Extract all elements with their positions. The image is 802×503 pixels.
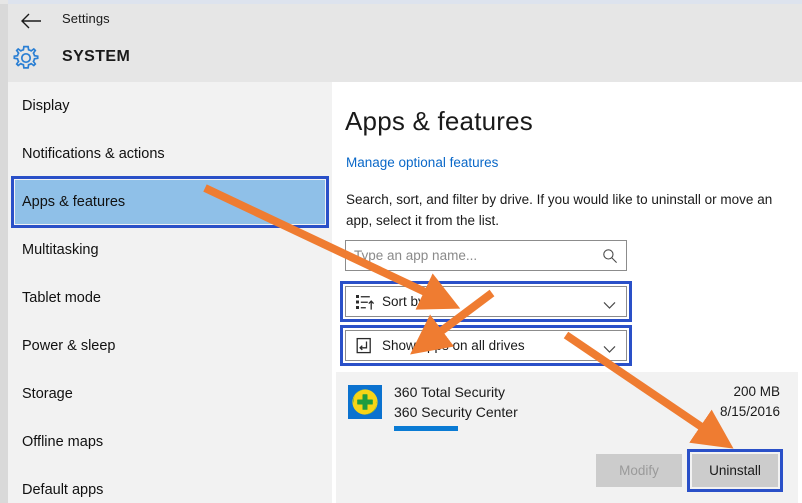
sidebar-item-display[interactable]: Display: [8, 82, 332, 130]
settings-sidebar: Display Notifications & actions Apps & f…: [8, 82, 332, 503]
sidebar-item-label: Storage: [22, 386, 73, 402]
chevron-down-icon[interactable]: [603, 297, 616, 309]
app-size: 200 MB: [733, 384, 780, 399]
sidebar-item-label: Tablet mode: [22, 290, 101, 306]
page-title: Apps & features: [345, 106, 533, 136]
gear-icon: [12, 44, 40, 72]
search-input[interactable]: [346, 241, 586, 270]
settings-window: Settings SYSTEM Display Notifications & …: [0, 0, 802, 503]
window-left-edge: [0, 0, 8, 503]
sidebar-item-label: Apps & features: [22, 194, 126, 210]
app-360-total-security-icon: [348, 385, 382, 419]
apps-and-features-pane: Apps & features Manage optional features…: [332, 82, 802, 503]
app-selection-underline: [394, 426, 458, 431]
app-name: 360 Total Security: [394, 384, 506, 400]
drives-dropdown-wrapper: Show apps on all drives: [340, 325, 632, 366]
app-install-date: 8/15/2016: [719, 404, 780, 419]
sort-dropdown-wrapper: Sort by size: [340, 281, 632, 322]
chevron-down-icon[interactable]: [603, 341, 616, 353]
sidebar-item-power-and-sleep[interactable]: Power & sleep: [8, 322, 332, 370]
sidebar-item-label: Notifications & actions: [22, 146, 165, 162]
sidebar-item-notifications-and-actions[interactable]: Notifications & actions: [8, 130, 332, 178]
sidebar-item-multitasking[interactable]: Multitasking: [8, 226, 332, 274]
app-list-item-selected[interactable]: 360 Total Security 360 Security Center 2…: [336, 372, 798, 503]
sidebar-item-offline-maps[interactable]: Offline maps: [8, 418, 332, 466]
manage-optional-features-link[interactable]: Manage optional features: [346, 155, 498, 170]
sidebar-item-label: Power & sleep: [22, 338, 116, 354]
app-search-box[interactable]: [345, 240, 627, 271]
back-arrow-icon[interactable]: [14, 8, 48, 34]
page-category-title: SYSTEM: [62, 48, 131, 65]
sidebar-item-storage[interactable]: Storage: [8, 370, 332, 418]
drive-filter-icon: [355, 336, 375, 356]
app-publisher: 360 Security Center: [394, 404, 518, 420]
sidebar-item-apps-and-features[interactable]: Apps & features: [8, 176, 332, 228]
sidebar-item-label: Default apps: [22, 482, 104, 498]
uninstall-button[interactable]: Uninstall: [692, 454, 778, 487]
settings-app-name: Settings: [62, 11, 110, 26]
sidebar-item-default-apps[interactable]: Default apps: [8, 466, 332, 503]
sidebar-item-label: Display: [22, 98, 70, 114]
settings-header: [8, 4, 802, 82]
sidebar-item-label: Multitasking: [22, 242, 99, 258]
sort-dropdown[interactable]: Sort by size: [345, 286, 627, 317]
window-left-edge-top: [0, 0, 8, 4]
show-apps-on-drives-dropdown[interactable]: Show apps on all drives: [345, 330, 627, 361]
sort-icon: [355, 292, 375, 312]
sidebar-item-label: Offline maps: [22, 434, 104, 450]
pane-description: Search, sort, and filter by drive. If yo…: [346, 192, 773, 228]
search-icon[interactable]: [602, 248, 618, 264]
sort-dropdown-label: Sort by size: [382, 294, 453, 309]
drives-dropdown-label: Show apps on all drives: [382, 338, 525, 353]
modify-button: Modify: [596, 454, 682, 487]
sidebar-item-tablet-mode[interactable]: Tablet mode: [8, 274, 332, 322]
